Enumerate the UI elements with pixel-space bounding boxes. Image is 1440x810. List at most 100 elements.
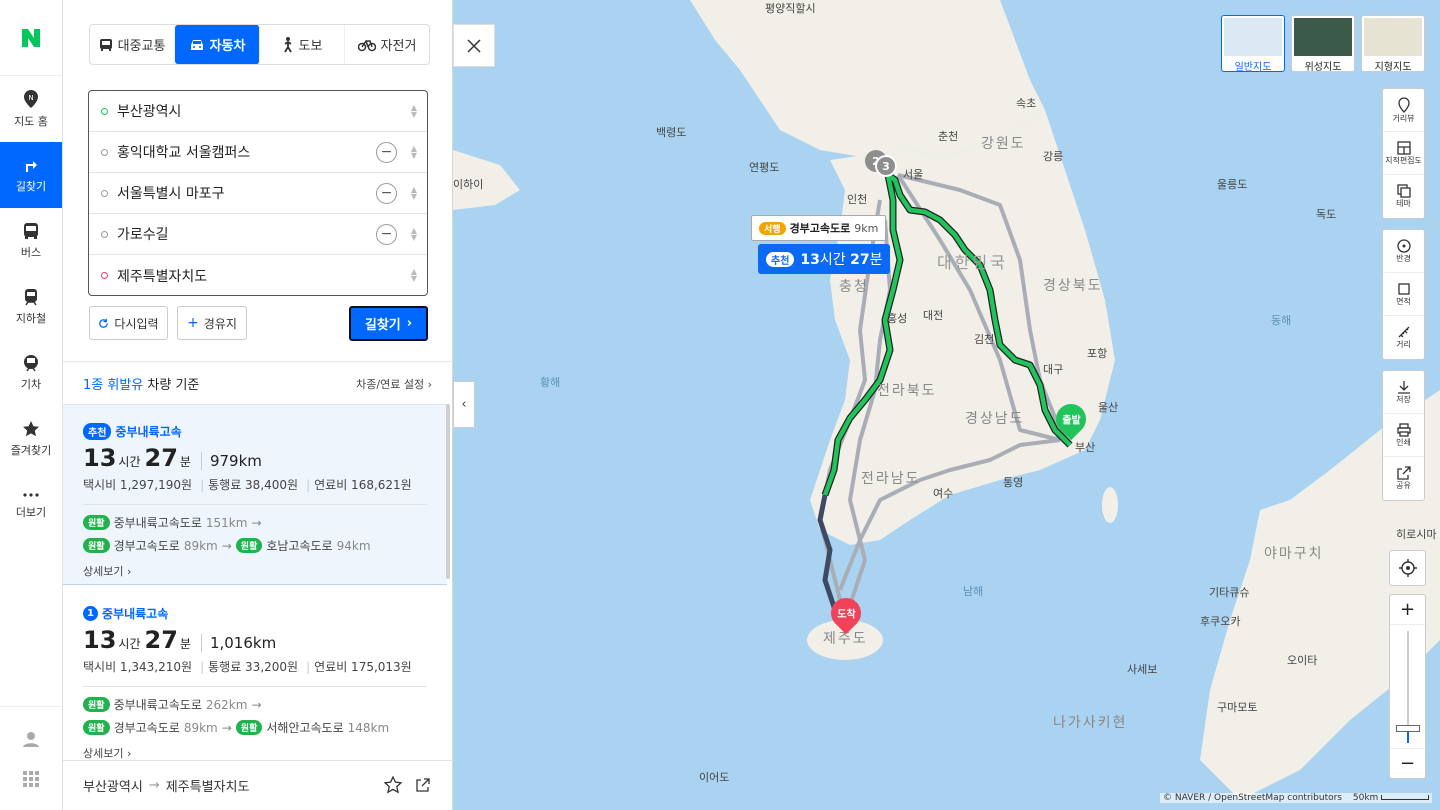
nav-item-bus[interactable]: 버스 xyxy=(0,208,62,274)
tool-area[interactable]: 면적 xyxy=(1383,273,1424,316)
my-location-button[interactable] xyxy=(1389,550,1426,586)
star-outline-icon[interactable] xyxy=(384,776,402,794)
panel-scrollbar[interactable] xyxy=(446,404,450,579)
road-segment: 원활 중부내륙고속도로 151km → xyxy=(83,514,427,531)
detail-label: 상세보기 xyxy=(83,565,124,578)
zoom-handle[interactable] xyxy=(1396,725,1420,732)
zoom-out-button[interactable]: − xyxy=(1390,748,1425,778)
scale-bar xyxy=(1381,795,1430,800)
map-label-city: 기타큐슈 xyxy=(1209,586,1250,599)
scale-label: 50km xyxy=(1352,793,1379,803)
app-grid-icon[interactable] xyxy=(23,770,39,787)
add-waypoint-button[interactable]: + 경유지 xyxy=(177,306,247,340)
map-tools-group-3: 저장 인쇄 공유 xyxy=(1382,370,1425,501)
map-label-city: 구마모토 xyxy=(1217,701,1258,714)
start-label: 출발 xyxy=(1061,415,1081,427)
map-label-sea: 황해 xyxy=(540,376,561,389)
divider xyxy=(83,686,427,687)
traffic-chip[interactable]: 서행 경부고속도로 9km xyxy=(751,215,887,241)
maptype-satellite[interactable]: 위성지도 xyxy=(1291,15,1355,73)
waypoint-field[interactable]: 홍익대학교 서울캠퍼스 − ▲ ▼ xyxy=(89,132,427,173)
route-name: 중부내륙고속 xyxy=(115,425,182,439)
tool-cadastral[interactable]: 지적편집도 xyxy=(1383,132,1424,175)
zoom-slider[interactable] xyxy=(1390,625,1425,748)
waypoint-label: 경유지 xyxy=(203,316,237,331)
share-icon[interactable] xyxy=(415,777,431,793)
nav-item-directions[interactable]: 길찾기 xyxy=(0,142,62,208)
stop-value: 제주특별자치도 xyxy=(117,268,208,285)
tool-radius[interactable]: 반경 xyxy=(1383,230,1424,273)
vehicle-settings-link[interactable]: 차종/연료 설정 › xyxy=(356,376,432,392)
nav-item-favorites[interactable]: 즐겨찾기 xyxy=(0,406,62,472)
tool-label: 테마 xyxy=(1396,199,1411,208)
close-panel-button[interactable] xyxy=(453,24,495,67)
waypoint-field[interactable]: 가로수길 − ▲ ▼ xyxy=(89,214,427,255)
map-canvas[interactable]: 평양직할시 속초 춘천 강원도 강릉 백령도 연평도 이하이 울릉도 독도 인천… xyxy=(453,0,1440,810)
terrain-map-thumb xyxy=(1364,18,1422,56)
tab-walk[interactable]: 도보 xyxy=(260,25,345,64)
tool-distance[interactable]: 거리 xyxy=(1383,316,1424,359)
tool-share[interactable]: 공유 xyxy=(1383,457,1424,500)
tool-streetview[interactable]: 거리뷰 xyxy=(1383,89,1424,132)
road-distance: 151km xyxy=(205,515,248,530)
nav-label: 지도 홈 xyxy=(14,115,48,128)
remove-waypoint-button[interactable]: − xyxy=(376,142,397,163)
map-label-city: 춘천 xyxy=(938,130,959,143)
maptype-normal[interactable]: 일반지도 xyxy=(1221,15,1285,73)
more-dots-icon xyxy=(23,493,39,497)
traffic-badge: 원활 xyxy=(83,697,110,712)
bubble-time: 13시간 27분 xyxy=(800,249,882,269)
route-distance: 1,016km xyxy=(200,634,276,652)
waypoint-dot-icon xyxy=(101,148,108,156)
maptype-terrain[interactable]: 지형지도 xyxy=(1361,15,1425,73)
tab-bike[interactable]: 자전거 xyxy=(345,25,429,64)
map-label-city: 이하이 xyxy=(453,178,484,191)
tool-print[interactable]: 인쇄 xyxy=(1383,414,1424,457)
nav-item-map-home[interactable]: N 지도 홈 xyxy=(0,76,62,142)
destination-field[interactable]: 제주특별자치도 ▲ ▼ xyxy=(89,255,427,296)
route-option-2[interactable]: 1 중부내륙고속 13 시간 27 분 1,016km 택시비 1,343,21… xyxy=(63,587,447,763)
route-tag: 1 중부내륙고속 xyxy=(83,605,427,622)
naver-logo[interactable] xyxy=(0,0,62,76)
road-name: 서해안고속도로 xyxy=(266,721,344,735)
drag-handle-icon[interactable]: ▲ ▼ xyxy=(411,145,417,160)
traffic-badge: 원활 xyxy=(83,720,110,735)
nav-label: 더보기 xyxy=(15,506,47,519)
tab-car[interactable]: 자동차 xyxy=(175,25,260,64)
waypoint-field[interactable]: 서울특별시 마포구 − ▲ ▼ xyxy=(89,173,427,214)
cluster-marker[interactable]: 3 xyxy=(875,155,897,177)
tab-transit[interactable]: 대중교통 xyxy=(90,25,175,64)
remove-waypoint-button[interactable]: − xyxy=(376,224,397,245)
nav-item-subway[interactable]: 지하철 xyxy=(0,274,62,340)
traffic-badge: 원활 xyxy=(83,538,110,553)
drag-handle-icon[interactable]: ▲ ▼ xyxy=(411,227,417,242)
drag-handle-icon[interactable]: ▲ ▼ xyxy=(411,186,417,201)
nav-item-more[interactable]: 더보기 xyxy=(0,472,62,538)
origin-field[interactable]: 부산광역시 ▲ ▼ xyxy=(89,91,427,132)
tool-save[interactable]: 저장 xyxy=(1383,371,1424,414)
search-route-button[interactable]: 길찾기 › xyxy=(349,306,428,341)
map-label-province: 전라북도 xyxy=(877,383,937,399)
drag-handle-icon[interactable]: ▲ ▼ xyxy=(411,104,417,119)
nav-item-train[interactable]: 기차 xyxy=(0,340,62,406)
collapse-panel-button[interactable]: ‹ xyxy=(453,381,475,428)
bus-icon xyxy=(99,38,112,51)
chevron-right-icon: › xyxy=(126,747,132,760)
user-icon[interactable] xyxy=(22,730,40,748)
layers-icon xyxy=(1396,184,1411,198)
route-option-1[interactable]: 추천 중부내륙고속 13 시간 27 분 979km 택시비 1,297,190… xyxy=(63,404,447,585)
tool-theme[interactable]: 테마 xyxy=(1383,175,1424,218)
route-summary-bubble[interactable]: 추천 13시간 27분 xyxy=(758,244,891,274)
route-detail-link[interactable]: 상세보기 › xyxy=(83,745,427,761)
map-label-city: 강릉 xyxy=(1043,150,1064,163)
minutes-unit: 분 xyxy=(179,455,191,469)
fuel-type: 1종 휘발유 xyxy=(83,378,144,393)
zoom-in-button[interactable]: + xyxy=(1390,595,1425,625)
arrow-right-icon: → xyxy=(221,538,232,553)
reset-button[interactable]: 다시입력 xyxy=(89,306,168,340)
drag-handle-icon[interactable]: ▲ ▼ xyxy=(411,268,417,283)
route-detail-link[interactable]: 상세보기 › xyxy=(83,563,427,579)
zoom-control: + − xyxy=(1389,594,1426,779)
remove-waypoint-button[interactable]: − xyxy=(376,183,397,204)
share-icon xyxy=(1396,466,1411,480)
